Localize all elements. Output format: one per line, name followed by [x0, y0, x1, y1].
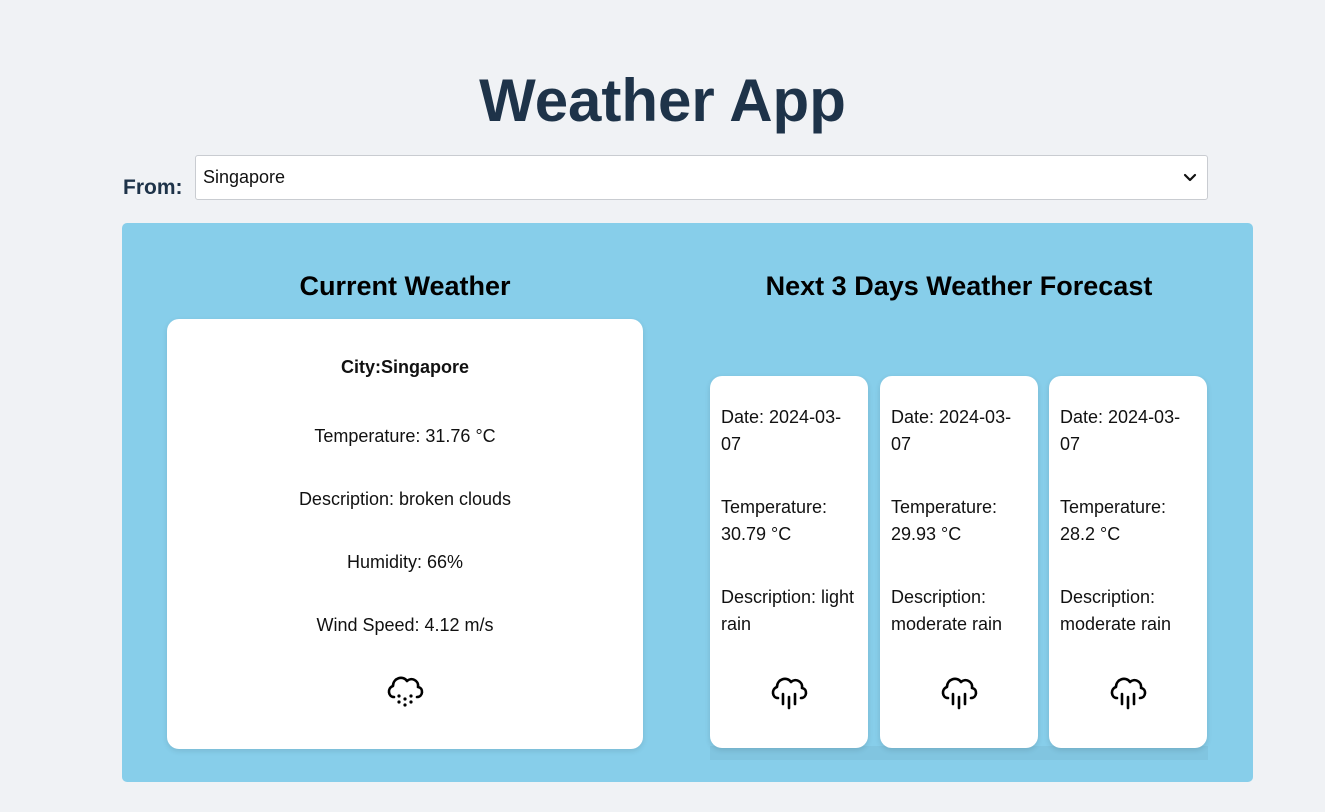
current-temperature: Temperature: 31.76 °C	[314, 426, 496, 446]
forecast-card: Date: 2024-03-07 Temperature: 30.79 °C D…	[710, 376, 868, 748]
cloud-rain-icon	[769, 673, 809, 721]
from-label: From:	[123, 176, 183, 199]
current-humidity: Humidity: 66%	[346, 552, 464, 572]
forecast-temperature: Temperature: 28.2 °C	[1060, 497, 1167, 544]
current-description: Description: broken clouds	[298, 489, 512, 509]
forecast-description: Description: moderate rain	[1060, 587, 1172, 634]
current-weather-card: City:Singapore Temperature: 31.76 °C Des…	[167, 319, 643, 749]
forecast-temperature: Temperature: 29.93 °C	[891, 497, 998, 544]
current-wind-speed: Wind Speed: 4.12 m/s	[316, 615, 494, 635]
forecast-description: Description: light rain	[721, 587, 855, 634]
forecast-description: Description: moderate rain	[891, 587, 1003, 634]
cloud-rain-icon	[1108, 673, 1148, 721]
app-title: Weather App	[479, 67, 846, 134]
forecast-temperature: Temperature: 30.79 °C	[721, 497, 828, 544]
forecast-date: Date: 2024-03-07	[1060, 407, 1181, 454]
forecast-date: Date: 2024-03-07	[721, 407, 842, 454]
forecast-heading: Next 3 Days Weather Forecast	[765, 271, 1153, 301]
forecast-date: Date: 2024-03-07	[891, 407, 1012, 454]
weather-panel: Current Weather City:Singapore Temperatu…	[122, 223, 1253, 782]
cloud-rain-icon	[939, 673, 979, 721]
forecast-row-shadow	[710, 746, 1208, 760]
current-weather-heading: Current Weather	[299, 271, 511, 301]
city-select-value: Singapore	[203, 167, 286, 187]
city-select[interactable]: Singapore	[195, 155, 1208, 200]
cloud-drizzle-icon	[385, 672, 425, 717]
forecast-card: Date: 2024-03-07 Temperature: 29.93 °C D…	[880, 376, 1038, 748]
forecast-card: Date: 2024-03-07 Temperature: 28.2 °C De…	[1049, 376, 1207, 748]
city-name: City:Singapore	[340, 357, 469, 377]
chevron-down-icon	[1183, 173, 1197, 183]
